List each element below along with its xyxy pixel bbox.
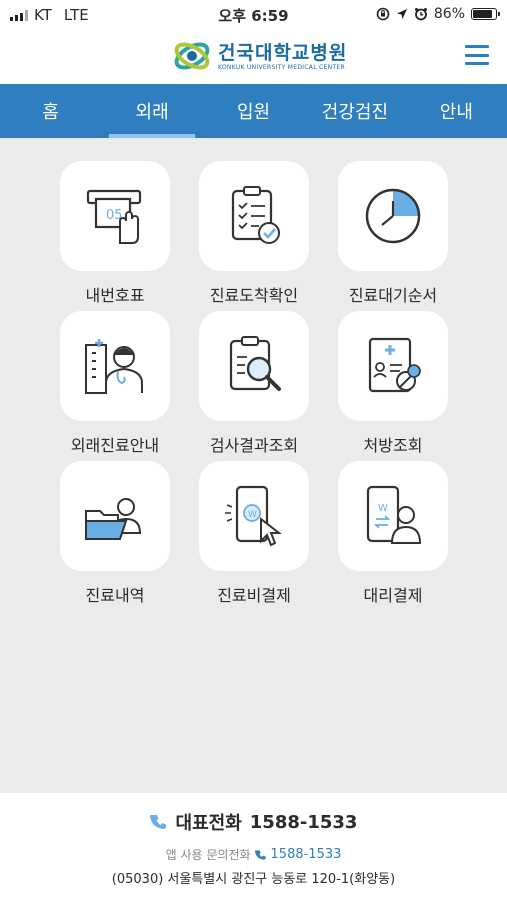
menu-label: 외래진료안내: [70, 436, 160, 455]
inquiry-phone-number[interactable]: 1588-1533: [271, 847, 342, 862]
battery-icon: [471, 8, 500, 20]
location-icon: [396, 9, 407, 19]
menu-prescription[interactable]: 처방조회: [338, 311, 448, 461]
hospital-logo[interactable]: 건국대학교병원 KONKUK UNIVERSITY MEDICAL CENTER: [172, 36, 347, 76]
main-phone-number[interactable]: 1588-1533: [250, 812, 358, 833]
tab-home[interactable]: 홈: [0, 84, 101, 138]
menu-tile[interactable]: W: [199, 461, 309, 571]
menu-treatment-history[interactable]: 진료내역: [60, 461, 170, 611]
main-phone-line[interactable]: 대표전화 1588-1533: [0, 809, 507, 835]
menu-arrival-check[interactable]: 진료도착확인: [199, 161, 309, 311]
svg-text:W: W: [248, 510, 257, 520]
menu-label: 처방조회: [363, 436, 423, 455]
menu-tile[interactable]: [338, 161, 448, 271]
menu-label: 내번호표: [85, 286, 145, 305]
status-bar: KT LTE 오후 6:59 86%: [0, 0, 507, 30]
svg-text:W: W: [378, 503, 388, 514]
outpatient-menu-grid: 05 내번호표 진료도착확인 진료대기순서 외래진료안내 검사결과조회 처방조회…: [60, 161, 450, 611]
menu-label: 진료대기순서: [348, 286, 438, 305]
menu-my-ticket[interactable]: 05 내번호표: [60, 161, 170, 311]
hospital-address: (05030) 서울특별시 광진구 능동로 120-1(화양동): [111, 872, 396, 887]
tab-outpatient[interactable]: 외래: [101, 84, 202, 138]
logo-english-text: KONKUK UNIVERSITY MEDICAL CENTER: [218, 63, 345, 71]
menu-label: 진료비결제: [217, 586, 291, 605]
tab-health-checkup[interactable]: 건강검진: [304, 84, 405, 138]
menu-label: 검사결과조회: [209, 436, 299, 455]
main-tab-bar: 홈 외래 입원 건강검진 안내: [0, 84, 507, 138]
menu-label: 진료내역: [85, 586, 145, 605]
menu-tile[interactable]: [199, 311, 309, 421]
battery-percent: 86%: [433, 6, 465, 22]
menu-tile[interactable]: [60, 311, 170, 421]
logo-korean-text: 건국대학교병원: [218, 41, 348, 64]
status-right: 86%: [376, 6, 500, 22]
hamburger-menu-icon[interactable]: [465, 45, 489, 65]
logo-emblem-icon: [174, 42, 210, 70]
clock-icon: [365, 188, 421, 244]
proxy-payment-icon: W: [366, 485, 422, 544]
menu-tile[interactable]: [199, 161, 309, 271]
tab-guide[interactable]: 안내: [406, 84, 507, 138]
menu-tile[interactable]: 05: [60, 161, 170, 271]
inquiry-phone-line: 앱 사용 문의전화 1588-1533: [0, 846, 507, 863]
menu-tile[interactable]: [338, 311, 448, 421]
phone-payment-icon: W: [225, 485, 282, 547]
main-phone-label: 대표전화: [175, 813, 242, 834]
menu-payment[interactable]: W 진료비결제: [199, 461, 309, 611]
menu-outpatient-guide[interactable]: 외래진료안내: [60, 311, 170, 461]
ticket-machine-icon: 05: [86, 189, 142, 244]
menu-tile[interactable]: [60, 461, 170, 571]
menu-label: 대리결제: [363, 586, 423, 605]
menu-tile[interactable]: W: [338, 461, 448, 571]
menu-wait-order[interactable]: 진료대기순서: [338, 161, 448, 311]
menu-label: 진료도착확인: [209, 286, 299, 305]
menu-test-results[interactable]: 검사결과조회: [199, 311, 309, 461]
folder-user-icon: [85, 498, 142, 540]
tab-inpatient[interactable]: 입원: [203, 84, 304, 138]
phone-icon: [254, 849, 266, 860]
prescription-icon: [368, 337, 421, 393]
doctor-icon: [85, 339, 143, 394]
screen-lock-icon: [376, 7, 390, 21]
clipboard-search-icon: [229, 336, 281, 391]
phone-icon: [149, 815, 166, 829]
app-header: 건국대학교병원 KONKUK UNIVERSITY MEDICAL CENTER: [0, 30, 507, 84]
alarm-icon: [414, 8, 427, 21]
footer: 대표전화 1588-1533 앱 사용 문의전화 1588-1533 (0503…: [0, 793, 507, 900]
menu-proxy-payment[interactable]: W 대리결제: [338, 461, 448, 611]
clipboard-check-icon: [231, 186, 280, 244]
inquiry-label: 앱 사용 문의전화: [165, 848, 251, 862]
